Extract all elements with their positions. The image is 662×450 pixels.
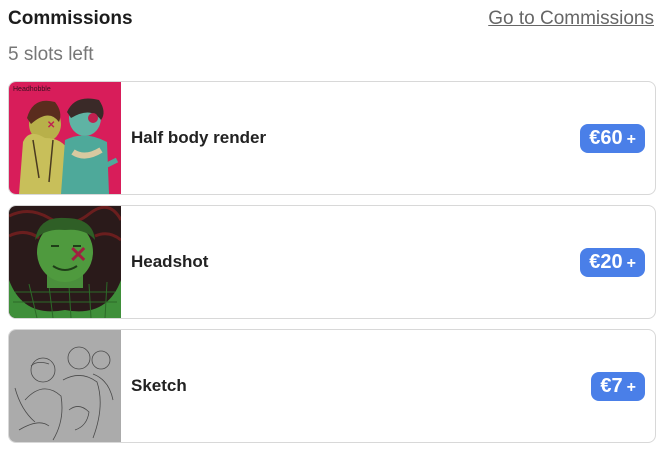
commission-card-sketch[interactable]: Sketch €7 + — [8, 329, 656, 443]
svg-text:Headhobble: Headhobble — [13, 86, 51, 93]
go-to-commissions-link[interactable]: Go to Commissions — [488, 8, 654, 30]
commissions-header: Commissions Go to Commissions — [8, 6, 654, 32]
sketch-price-badge[interactable]: €7 + — [591, 371, 645, 401]
half-body-render-artwork: Headhobble ✕ — [9, 82, 121, 194]
headshot-artwork: ✕ — [9, 206, 121, 318]
commission-card-half-body-render[interactable]: Headhobble ✕ Half body render €60 + — [8, 81, 656, 195]
slots-left-text: 5 slots left — [8, 44, 94, 65]
sketch-artwork — [9, 330, 121, 442]
svg-text:✕: ✕ — [69, 242, 87, 267]
price-value: €20 — [589, 250, 623, 273]
price-plus: + — [626, 378, 636, 396]
half-body-render-price-badge[interactable]: €60 + — [580, 123, 645, 153]
price-value: €7 — [600, 374, 623, 397]
commission-card-headshot[interactable]: ✕ Headshot €20 + — [8, 205, 656, 319]
headshot-thumbnail: ✕ — [9, 206, 121, 318]
headshot-price-badge[interactable]: €20 + — [580, 247, 645, 277]
commissions-widget: Commissions Go to Commissions 5 slots le… — [0, 0, 662, 450]
section-title: Commissions — [8, 8, 133, 29]
price-value: €60 — [589, 126, 623, 149]
half-body-render-thumbnail: Headhobble ✕ — [9, 82, 121, 194]
half-body-render-label: Half body render — [131, 128, 267, 147]
headshot-label: Headshot — [131, 252, 209, 271]
sketch-label: Sketch — [131, 376, 187, 395]
price-plus: + — [626, 254, 636, 272]
price-plus: + — [626, 130, 636, 148]
svg-text:✕: ✕ — [47, 120, 55, 131]
sketch-thumbnail — [9, 330, 121, 442]
